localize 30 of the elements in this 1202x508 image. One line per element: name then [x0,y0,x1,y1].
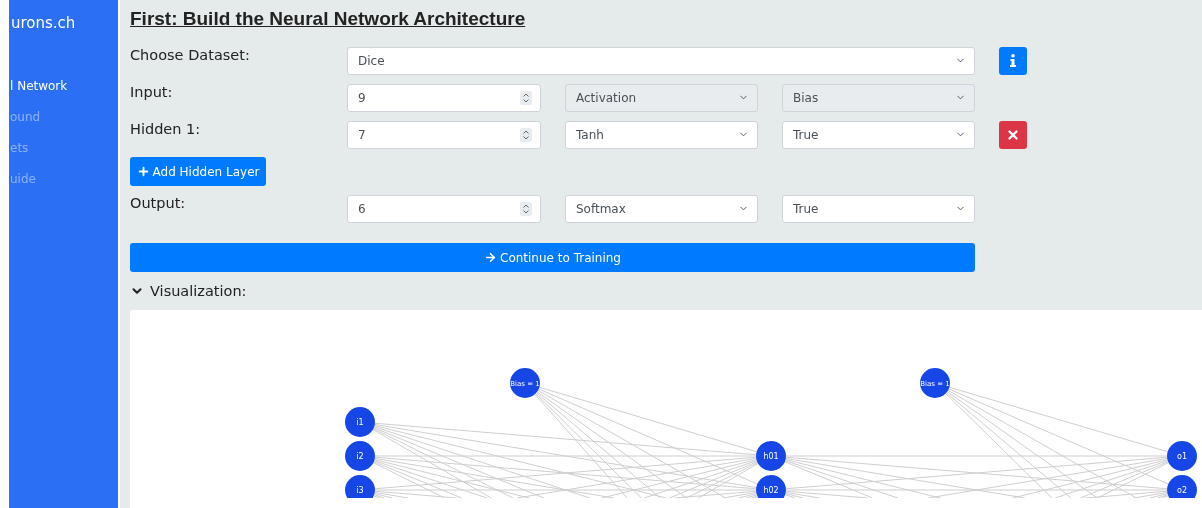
dropdown[interactable]: Dice [347,46,975,75]
neuron-node: i1 [345,407,375,437]
remove-button[interactable] [999,120,1027,149]
neuron-node: i3 [345,475,375,498]
field-label: Output: [130,194,187,211]
neuron-node: h02 [756,475,786,498]
continue-button[interactable]: Continue to Training [130,243,975,272]
brand-name: urons.ch [10,14,77,32]
page-heading: First: Build the Neural Network Architecture [130,8,526,30]
close-icon [1006,127,1020,142]
add-layer-button[interactable]: Add Hidden Layer [130,157,266,186]
neuron-node: i2 [345,441,375,471]
info-icon [1010,54,1016,67]
field-label: Input: [130,83,174,100]
field-label: Choose Dataset: [130,46,251,63]
dropdown[interactable]: True [782,194,975,223]
plus-icon [136,165,150,178]
arrow-right-icon [484,251,497,264]
dropdown[interactable]: True [782,120,975,149]
nav-link[interactable]: l Network [9,76,118,107]
neuron-node: o2 [1167,475,1197,498]
visualization-toggle[interactable]: Visualization: [130,281,247,301]
number-field[interactable]: 6 [347,194,541,223]
field-label: Hidden 1: [130,120,202,137]
dropdown[interactable]: Tanh [565,120,758,149]
neuron-node: o1 [1167,441,1197,471]
neuron-node: h01 [756,441,786,471]
info-button[interactable] [999,46,1027,75]
dropdown[interactable]: Softmax [565,194,758,223]
number-field[interactable]: 7 [347,120,541,149]
